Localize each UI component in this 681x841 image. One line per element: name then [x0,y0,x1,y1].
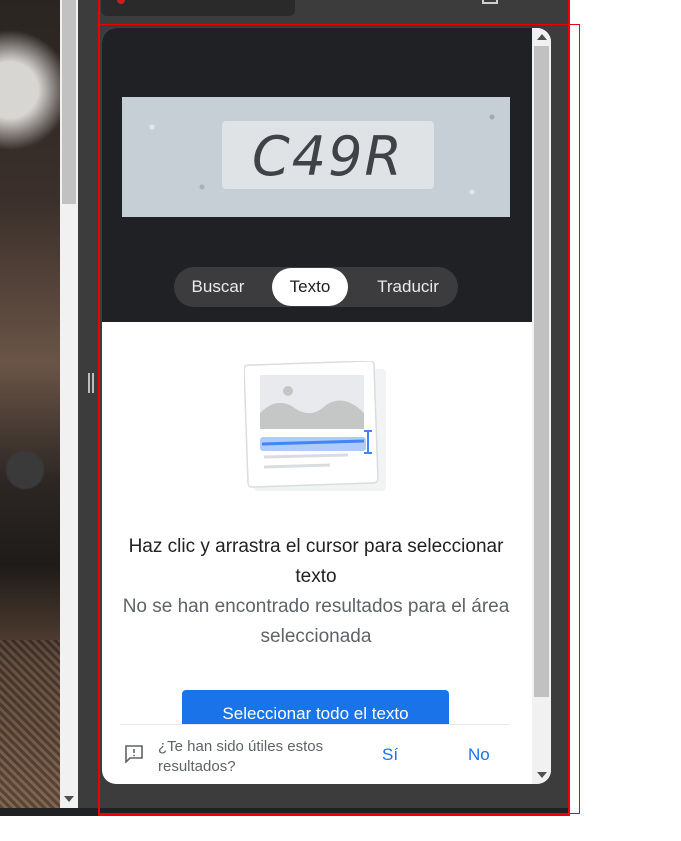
page-scrollbar-thumb[interactable] [62,0,76,204]
background-photo [0,0,60,808]
page-scrollbar[interactable] [60,0,78,808]
scroll-down-icon[interactable] [64,796,74,802]
selection-outline-inner [98,0,570,816]
resize-handle[interactable] [87,373,95,393]
